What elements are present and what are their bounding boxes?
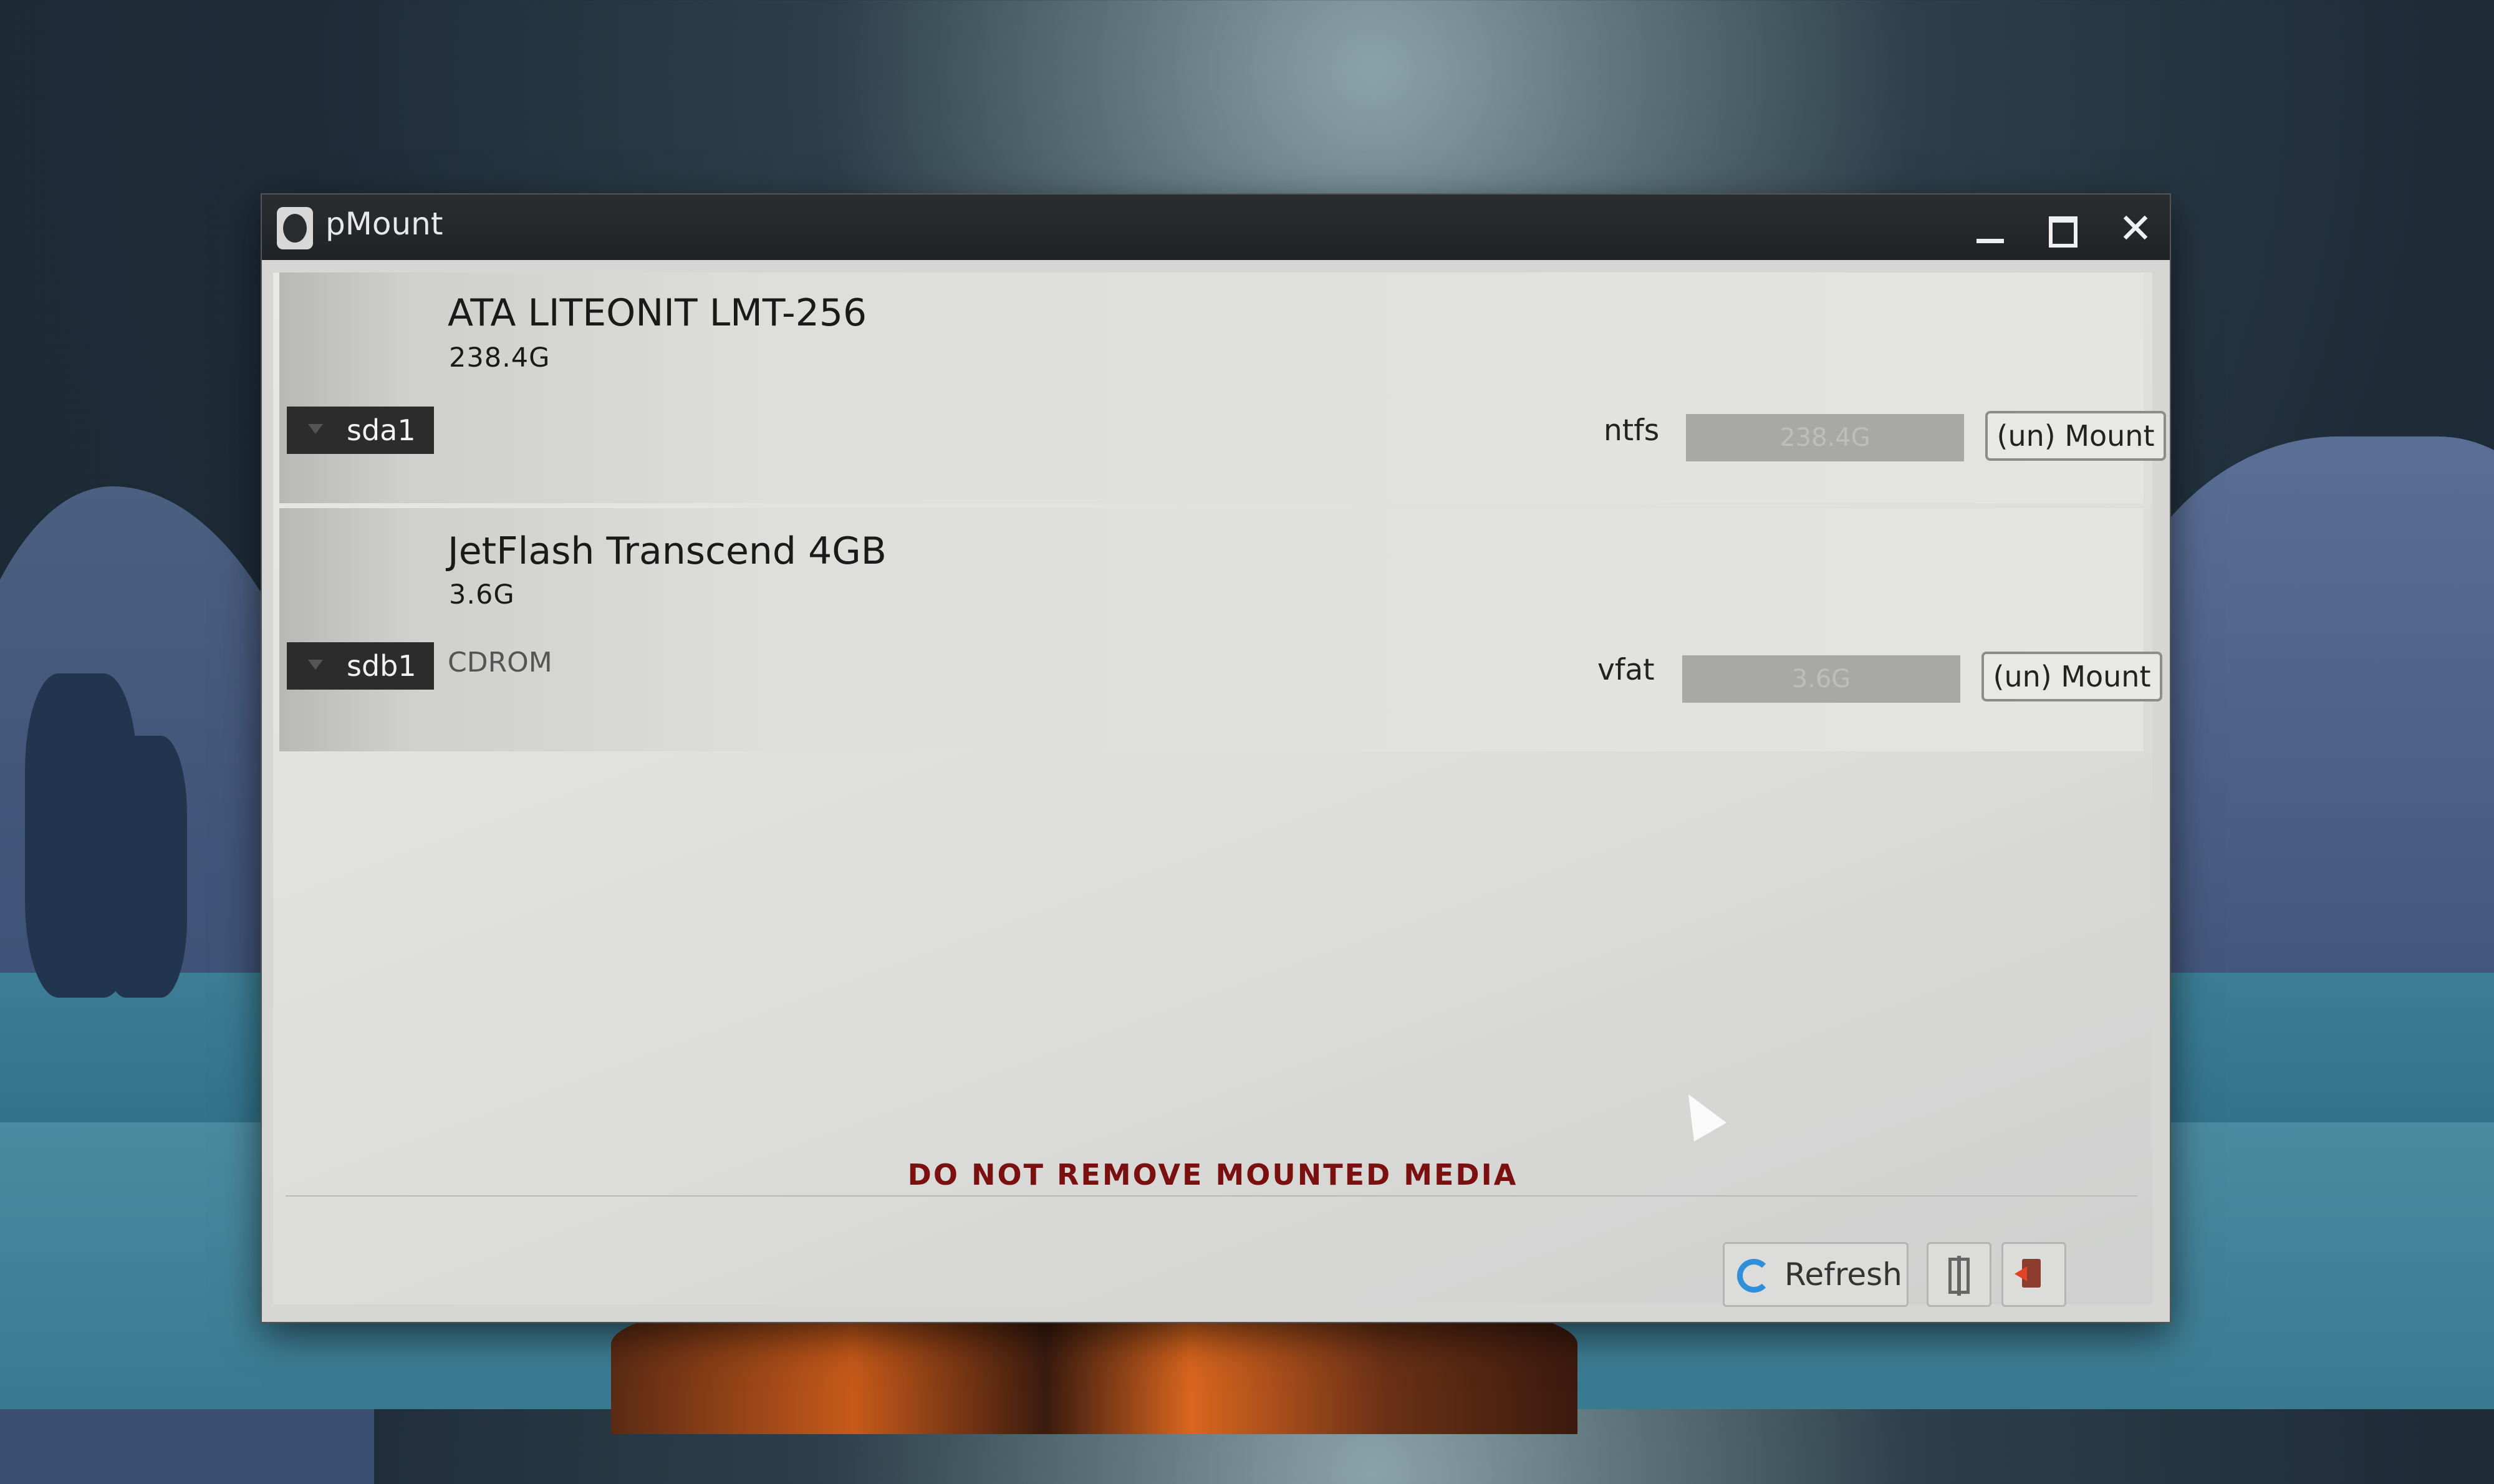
window-title: pMount [325,206,443,242]
minimize-button[interactable] [1964,204,2014,254]
settings-button[interactable] [1927,1242,1991,1307]
exit-icon [2015,1259,2041,1288]
divider [286,1195,2137,1197]
device-size: 3.6G [449,579,515,610]
partition-id: sdb1 [347,649,416,683]
usage-bar: 3.6G [1682,655,1960,703]
filesystem-type: vfat [1597,653,1655,687]
device-panel: ATA LITEONIT LMT-256 238.4G sda1 ntfs 23… [279,272,2166,503]
warning-message: DO NOT REMOVE MOUNTED MEDIA [907,1158,1518,1192]
partition-toggle[interactable]: sdb1 [287,642,434,690]
device-size: 238.4G [449,342,551,373]
refresh-button[interactable]: Refresh [1723,1242,1909,1307]
close-button[interactable]: ✕ [2111,204,2160,254]
device-name: JetFlash Transcend 4GB [448,529,887,573]
bottom-toolbar: Refresh [273,1236,2152,1307]
partition-label: CDROM [448,647,552,678]
mount-button[interactable]: (un) Mount [1985,411,2166,461]
refresh-icon [1737,1259,1771,1293]
device-list: ATA LITEONIT LMT-256 238.4G sda1 ntfs 23… [273,272,2166,1307]
filesystem-type: ntfs [1604,413,1660,448]
partition-toggle[interactable]: sda1 [287,407,434,454]
exit-button[interactable] [2001,1242,2066,1307]
refresh-label: Refresh [1784,1256,1902,1293]
device-name: ATA LITEONIT LMT-256 [448,291,867,335]
device-panel: JetFlash Transcend 4GB 3.6G sdb1 CDROM v… [279,508,2162,751]
expand-arrow-icon [308,424,323,434]
title-bar[interactable]: pMount ✕ [262,195,2170,260]
mount-button[interactable]: (un) Mount [1981,652,2162,701]
maximize-button[interactable] [2038,204,2087,254]
desktop-tree [100,736,187,998]
app-icon [277,207,313,249]
settings-icon [1948,1256,1970,1296]
pmount-window: pMount ✕ ATA LITEONIT LMT-256 238.4G sda… [262,195,2170,1322]
expand-arrow-icon [308,660,323,670]
partition-id: sda1 [347,413,416,447]
usage-bar: 238.4G [1686,414,1964,461]
